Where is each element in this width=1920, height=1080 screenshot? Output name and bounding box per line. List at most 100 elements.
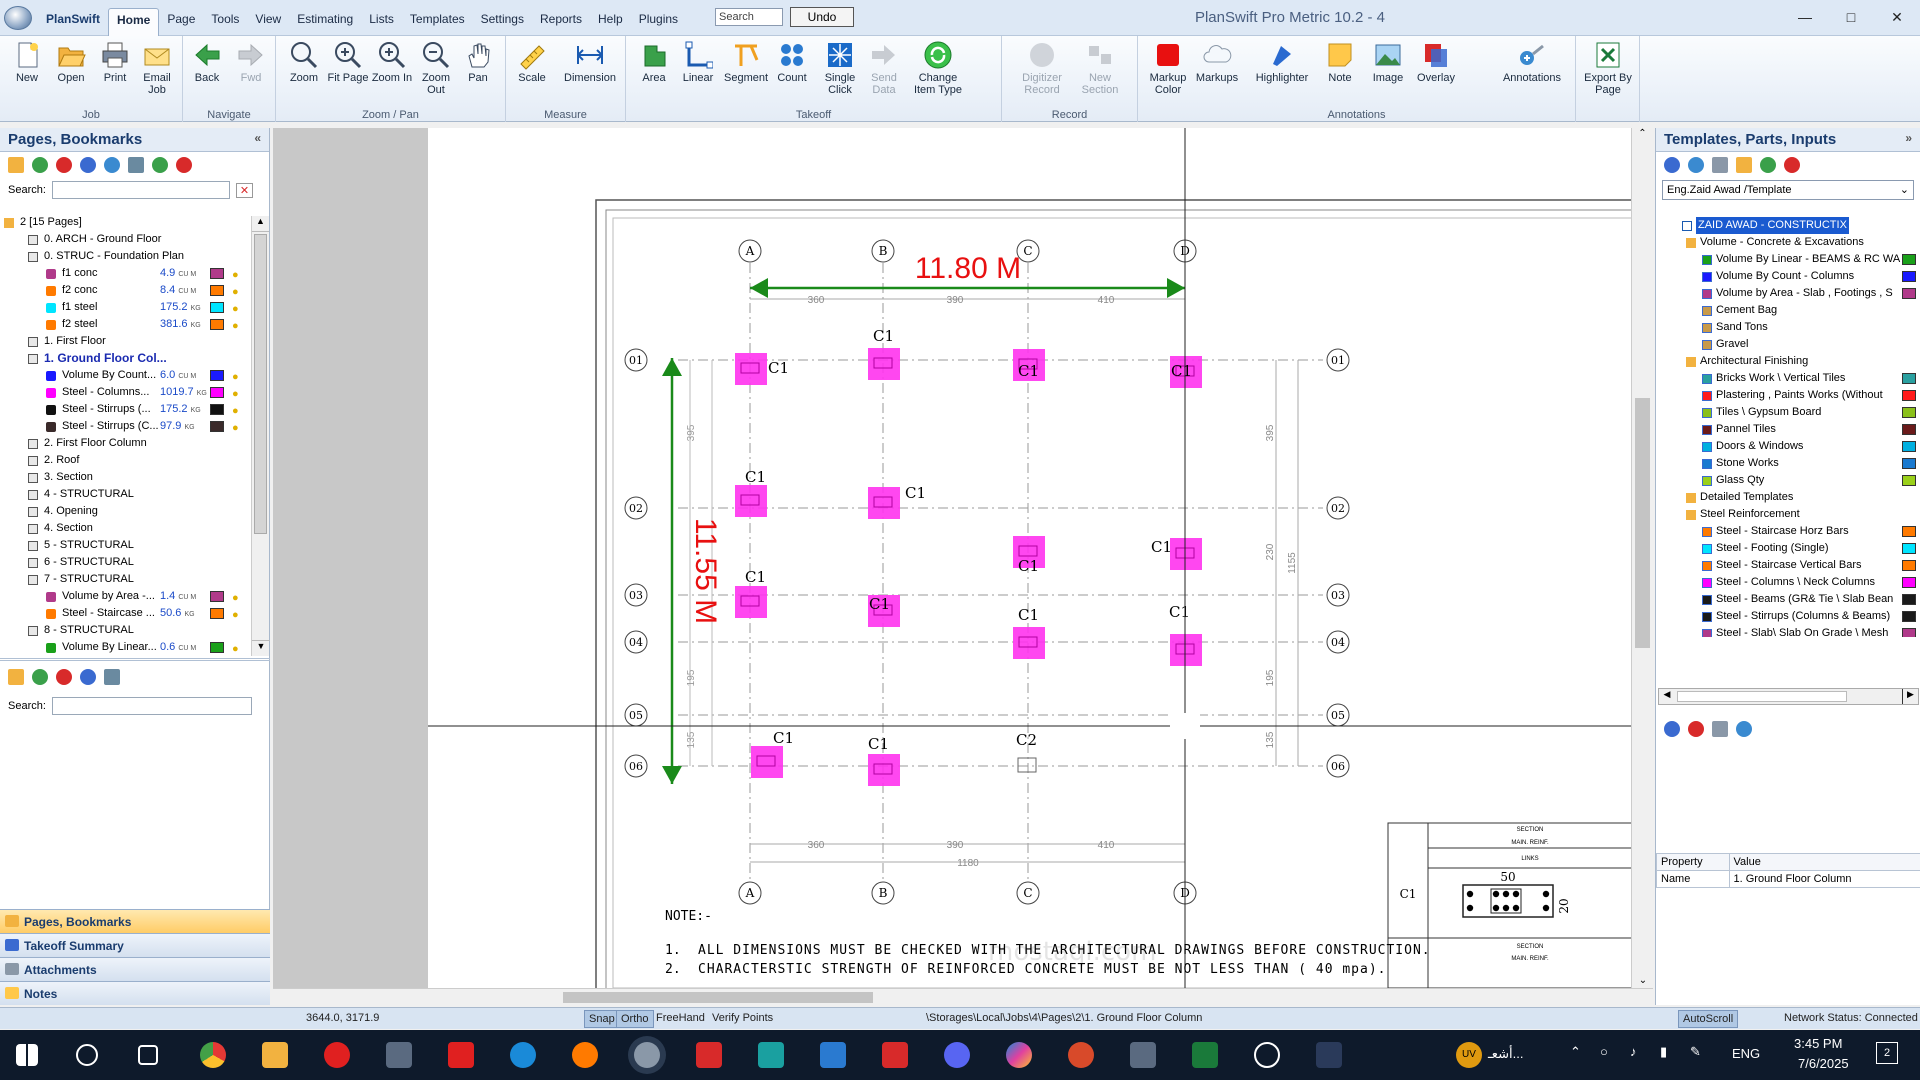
search-icon[interactable]	[76, 1044, 98, 1066]
menu-view[interactable]: View	[247, 12, 289, 36]
template-item[interactable]: Steel - Columns \ Neck Columns	[1656, 574, 1920, 591]
zoom-button[interactable]: Zoom	[282, 40, 326, 106]
template-refresh-icon[interactable]	[1688, 157, 1704, 173]
prop-name-value[interactable]: 1. Ground Floor Column	[1728, 870, 1920, 888]
menu-reports[interactable]: Reports	[532, 12, 590, 36]
template-item[interactable]: Steel - Footing (Single)	[1656, 540, 1920, 557]
item-color-swatch[interactable]	[210, 421, 224, 432]
expand-icon[interactable]	[152, 157, 168, 173]
menu-home[interactable]: Home	[108, 8, 160, 36]
collapse-right-icon[interactable]: »	[1905, 131, 1912, 145]
template-color-swatch[interactable]	[1902, 628, 1916, 637]
menu-estimating[interactable]: Estimating	[289, 12, 361, 36]
overlay-button[interactable]: Overlay	[1414, 40, 1458, 106]
back-button[interactable]: Back	[185, 40, 229, 106]
bookmark-add-icon[interactable]	[32, 669, 48, 685]
discord-icon[interactable]	[944, 1042, 970, 1068]
zoom-in-button[interactable]: Zoom In	[370, 40, 414, 106]
chrome-icon[interactable]	[200, 1042, 226, 1068]
template-list-icon[interactable]	[1712, 157, 1728, 173]
menu-page[interactable]: Page	[159, 12, 203, 36]
bookmarks-search-input[interactable]	[51, 697, 252, 715]
davinci-icon[interactable]	[1316, 1042, 1342, 1068]
pan-button[interactable]: Pan	[456, 40, 500, 106]
sketchup-icon[interactable]	[696, 1042, 722, 1068]
email-job-button[interactable]: Email Job	[135, 40, 179, 106]
template-item[interactable]: Steel - Slab\ Slab On Grade \ Mesh	[1656, 625, 1920, 637]
template-color-swatch[interactable]	[1902, 373, 1916, 384]
bookmark-folder-icon[interactable]	[8, 669, 24, 685]
takeoff-item[interactable]: Volume By Count... 6.0 CU M ●	[0, 367, 250, 384]
menu-lists[interactable]: Lists	[361, 12, 402, 36]
primavera-icon[interactable]	[448, 1042, 474, 1068]
add-icon[interactable]	[32, 157, 48, 173]
task-view-icon[interactable]	[138, 1045, 158, 1065]
canvas-vscrollbar[interactable]: ⌃ ⌄	[1631, 128, 1653, 988]
item-color-swatch[interactable]	[210, 285, 224, 296]
page-item[interactable]: 2 [15 Pages]	[0, 214, 250, 231]
page-item[interactable]: 4. Opening	[0, 503, 250, 520]
plan-drawing[interactable]: AABBCCDD01 0102 0203 0304 0405 0506 06360 390 41…	[273, 128, 1637, 991]
highlighter-button[interactable]: Highlighter	[1250, 40, 1314, 106]
takeoff-item[interactable]: f1 conc 4.9 CU M ●	[0, 265, 250, 282]
minimize-icon[interactable]: —	[1782, 0, 1828, 34]
menu-templates[interactable]: Templates	[402, 12, 473, 36]
page-item[interactable]: 7 - STRUCTURAL	[0, 571, 250, 588]
template-folder[interactable]: Architectural Finishing	[1656, 353, 1920, 370]
page-item[interactable]: 4 - STRUCTURAL	[0, 486, 250, 503]
dimension-button[interactable]: Dimension	[558, 40, 622, 106]
note-button[interactable]: Note	[1318, 40, 1362, 106]
ortho-toggle[interactable]: Ortho	[616, 1010, 654, 1028]
collapse-all-icon[interactable]	[176, 157, 192, 173]
markups-button[interactable]: Markups	[1192, 40, 1242, 106]
template-item[interactable]: ZAID AWAD - CONSTRUCTIX	[1656, 217, 1920, 234]
tray-chevron-icon[interactable]: ⌃	[1570, 1044, 1581, 1060]
template-item[interactable]: Tiles \ Gypsum Board	[1656, 404, 1920, 421]
item-color-swatch[interactable]	[210, 608, 224, 619]
change-item-type-button[interactable]: Change Item Type	[908, 40, 968, 106]
menu-help[interactable]: Help	[590, 12, 631, 36]
clock-date[interactable]: 7/6/2025	[1798, 1056, 1849, 1071]
template-item[interactable]: Volume By Count - Columns	[1656, 268, 1920, 285]
page-item[interactable]: 1. First Floor	[0, 333, 250, 350]
template-color-swatch[interactable]	[1902, 543, 1916, 554]
template-item[interactable]: Volume by Area - Slab , Footings , S	[1656, 285, 1920, 302]
inputs-gear-icon[interactable]	[1664, 721, 1680, 737]
scale-button[interactable]: Scale	[510, 40, 554, 106]
template-color-swatch[interactable]	[1902, 390, 1916, 401]
language-indicator[interactable]: ENG	[1732, 1046, 1760, 1061]
template-folder-icon[interactable]	[1736, 157, 1752, 173]
template-item[interactable]: Volume By Linear - BEAMS & RC WA	[1656, 251, 1920, 268]
markup-color-button[interactable]: Markup Color	[1146, 40, 1190, 106]
app-menu-orb-icon[interactable]	[4, 6, 32, 30]
gear-icon[interactable]	[80, 157, 96, 173]
new-section-button[interactable]: New Section	[1074, 40, 1126, 106]
item-color-swatch[interactable]	[210, 404, 224, 415]
template-item[interactable]: Sand Tons	[1656, 319, 1920, 336]
template-folder[interactable]: Detailed Templates	[1656, 489, 1920, 506]
template-item[interactable]: Steel - Stirrups (Columns & Beams)	[1656, 608, 1920, 625]
snap-toggle[interactable]: Snap	[584, 1010, 620, 1028]
takeoff-item[interactable]: f1 steel 175.2 KG ●	[0, 299, 250, 316]
nav-notes[interactable]: Notes	[0, 981, 270, 1005]
freehand-toggle[interactable]: FreeHand	[656, 1012, 705, 1024]
outlook-icon[interactable]	[820, 1042, 846, 1068]
close-icon[interactable]: ✕	[1874, 0, 1920, 34]
item-color-swatch[interactable]	[210, 370, 224, 381]
count-button[interactable]: Count	[770, 40, 814, 106]
template-item[interactable]: Steel - Staircase Vertical Bars	[1656, 557, 1920, 574]
annotations-button[interactable]: Annotations	[1496, 40, 1568, 106]
page-item[interactable]: 2. First Floor Column	[0, 435, 250, 452]
template-remove-icon[interactable]	[1784, 157, 1800, 173]
visibility-bulb-icon[interactable]: ●	[232, 641, 239, 654]
folder-icon[interactable]	[8, 157, 24, 173]
page-item[interactable]: 5 - STRUCTURAL	[0, 537, 250, 554]
powerpoint-icon[interactable]	[1068, 1042, 1094, 1068]
digitizer-record-button[interactable]: Digitizer Record	[1016, 40, 1068, 106]
pages-search-input[interactable]	[51, 181, 230, 199]
takeoff-item[interactable]: Steel - Stirrups (C... 97.9 KG ●	[0, 418, 250, 435]
menu-brand[interactable]: PlanSwift	[38, 12, 108, 36]
page-item[interactable]: 3. Section	[0, 469, 250, 486]
battery-icon[interactable]: ▮	[1660, 1044, 1667, 1060]
pen-icon[interactable]: ✎	[1690, 1044, 1701, 1060]
